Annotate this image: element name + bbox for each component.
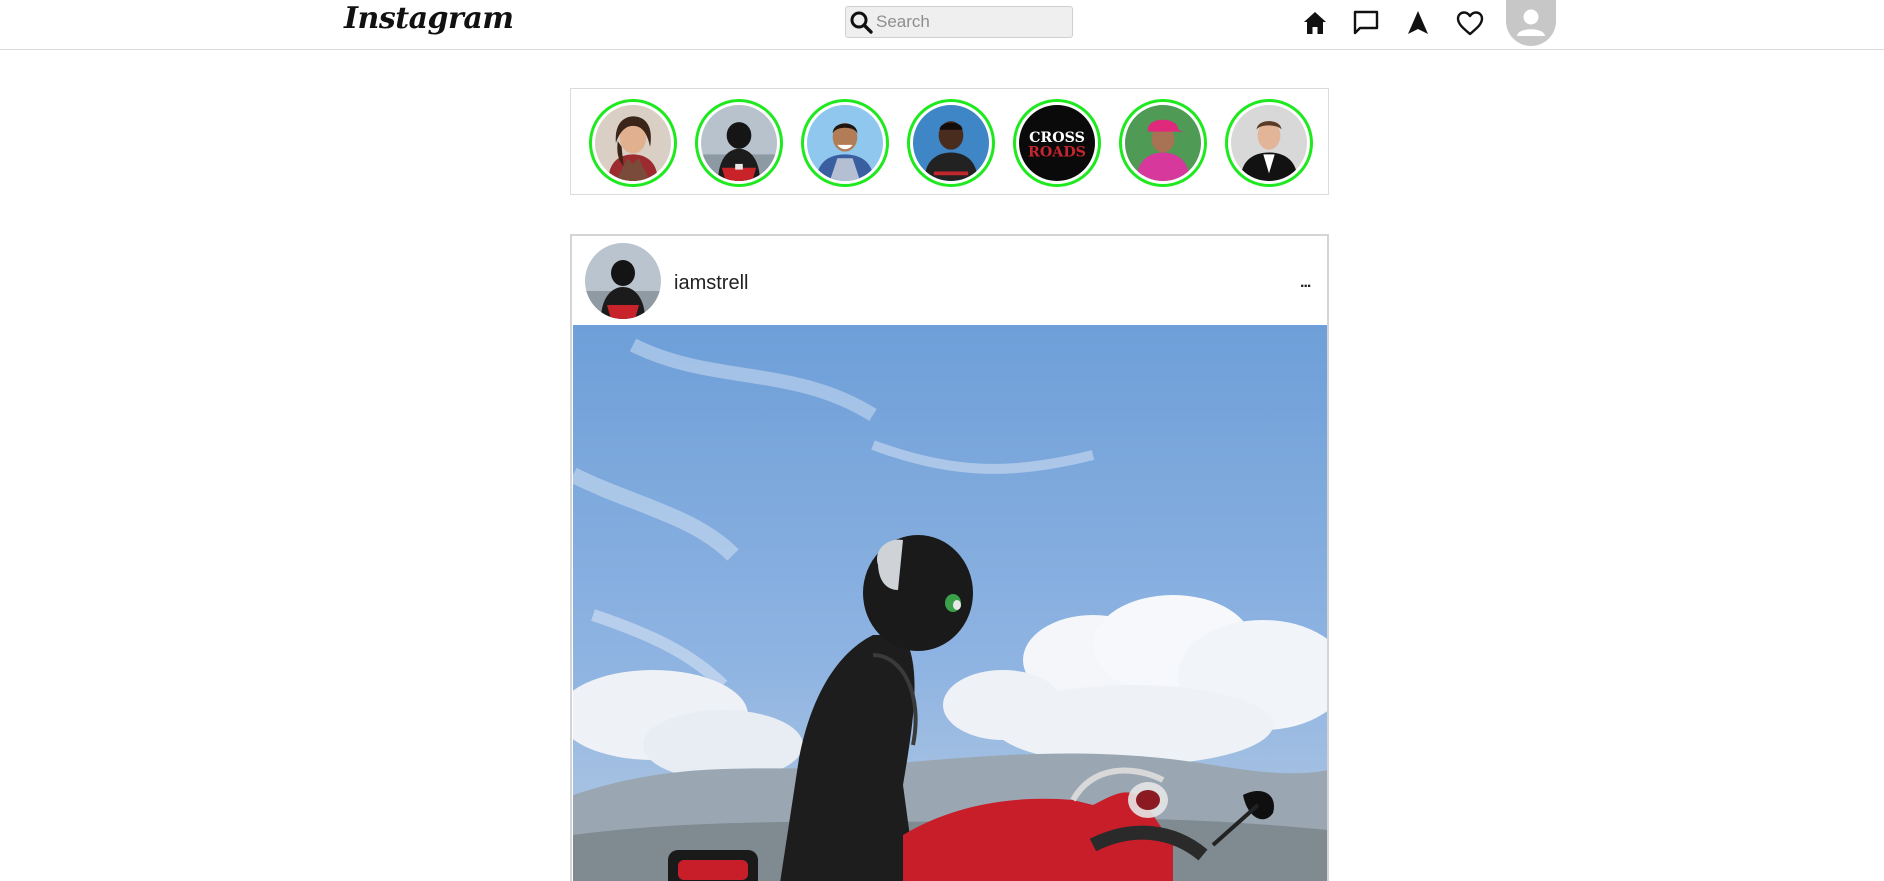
- story-avatar-5[interactable]: CROSS ROADS: [1013, 99, 1101, 187]
- search-icon: [848, 9, 874, 35]
- messages-icon[interactable]: [1351, 8, 1381, 38]
- story-1-photo: [595, 105, 671, 181]
- story-5-text-2: ROADS: [1028, 144, 1086, 160]
- story-avatar-4[interactable]: [907, 99, 995, 187]
- story-7-photo: [1231, 105, 1307, 181]
- story-6-photo: [1125, 105, 1201, 181]
- post-card: iamstrell ...: [570, 234, 1329, 881]
- search-input[interactable]: [876, 10, 1066, 34]
- post-header: iamstrell ...: [572, 236, 1327, 324]
- more-options-button[interactable]: ...: [1300, 274, 1311, 292]
- top-navigation-bar: Instagram: [0, 0, 1884, 50]
- story-4-photo: [913, 105, 989, 181]
- instagram-logo[interactable]: Instagram: [344, 1, 514, 36]
- story-3-photo: [807, 105, 883, 181]
- post-image[interactable]: [573, 325, 1327, 881]
- story-avatar-3[interactable]: [801, 99, 889, 187]
- post-author-avatar[interactable]: [585, 243, 661, 319]
- stories-tray: CROSS ROADS: [570, 88, 1329, 195]
- story-avatar-1[interactable]: [589, 99, 677, 187]
- story-2-photo: [701, 105, 777, 181]
- search-box[interactable]: [845, 6, 1073, 38]
- profile-avatar-icon[interactable]: [1506, 0, 1556, 46]
- heart-icon[interactable]: [1455, 8, 1485, 38]
- post-username[interactable]: iamstrell: [674, 272, 748, 295]
- story-avatar-6[interactable]: [1119, 99, 1207, 187]
- story-avatar-2[interactable]: [695, 99, 783, 187]
- explore-icon[interactable]: [1403, 8, 1433, 38]
- story-avatar-7[interactable]: [1225, 99, 1313, 187]
- home-icon[interactable]: [1300, 8, 1330, 38]
- story-5-photo: CROSS ROADS: [1019, 105, 1095, 181]
